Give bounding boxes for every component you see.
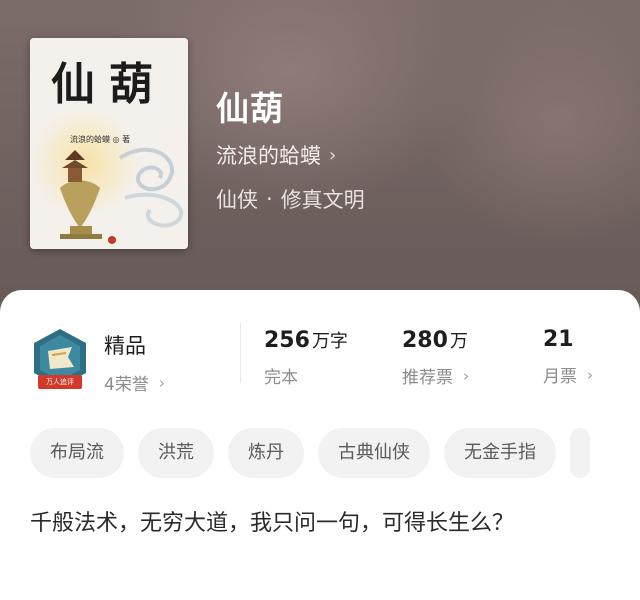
chevron-right-icon: ›	[587, 365, 593, 384]
monthly-value: 21	[543, 327, 574, 352]
synopsis-text: 千般法术，无穷大道，我只问一句，可得长生么？	[30, 511, 515, 536]
tag-chip[interactable]: 洪荒	[138, 428, 214, 478]
tag-list: 布局流 洪荒 炼丹 古典仙侠 无金手指	[30, 428, 590, 478]
monthly-stat[interactable]: 21 月票 ›	[543, 327, 593, 387]
quality-label: 精品	[104, 334, 146, 358]
author-link[interactable]: 流浪的蛤蟆 ›	[216, 140, 336, 170]
word-count-unit: 万字	[311, 331, 348, 352]
chevron-right-icon: ›	[463, 366, 469, 385]
honors-row: 4荣誉 ›	[104, 370, 165, 396]
honors-count: 4荣誉	[104, 375, 149, 395]
tag-chip[interactable]: 布局流	[30, 428, 124, 478]
word-count-stat: 256 万字 完本	[264, 327, 348, 388]
status-label: 完本	[264, 368, 298, 388]
chevron-right-icon: ›	[158, 373, 165, 392]
genre-row: 仙侠 · 修真文明	[216, 184, 365, 214]
tag-chip[interactable]: 古典仙侠	[318, 428, 430, 478]
tag-chip-partial[interactable]	[570, 428, 590, 478]
recommend-value: 280	[402, 328, 448, 353]
category-label: 仙侠	[216, 188, 258, 212]
cover-author: 流浪的蛤蟆 ◎ 著	[70, 135, 131, 144]
recommend-stat[interactable]: 280 万 推荐票 ›	[402, 327, 469, 388]
stats-divider	[240, 323, 241, 383]
badge-label: 万人追评	[38, 375, 82, 389]
author-name: 流浪的蛤蟆	[216, 144, 321, 168]
quality-stat[interactable]: 精品 4荣誉 ›	[104, 330, 165, 395]
book-cover[interactable]: 仙葫 流浪的蛤蟆 ◎ 著	[30, 38, 188, 249]
monthly-label: 月票	[543, 367, 577, 387]
tag-chip[interactable]: 无金手指	[444, 428, 556, 478]
separator-dot: ·	[266, 187, 273, 211]
cover-title: 仙葫	[51, 59, 167, 110]
tag-chip[interactable]: 炼丹	[228, 428, 304, 478]
recommend-label: 推荐票	[402, 368, 453, 388]
book-title: 仙葫	[216, 89, 284, 128]
subcategory-label: 修真文明	[280, 188, 365, 212]
chevron-right-icon: ›	[329, 144, 337, 166]
recommend-unit: 万	[449, 331, 468, 352]
word-count-value: 256	[264, 328, 310, 353]
